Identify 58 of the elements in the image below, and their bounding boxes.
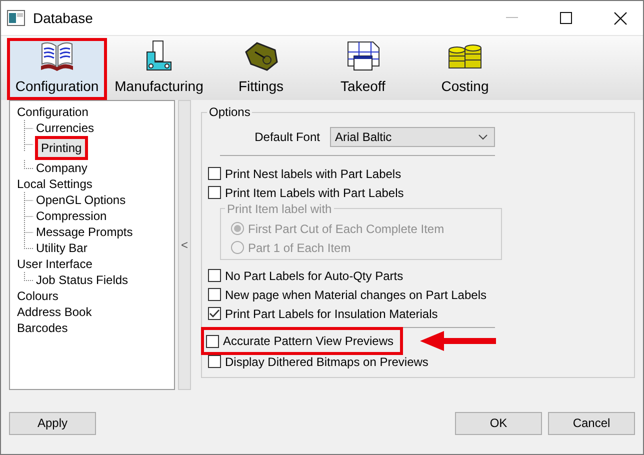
checkbox-label: Print Nest labels with Part Labels [225,166,402,180]
checkbox-label: Accurate Pattern View Previews [223,334,394,348]
tree-item[interactable]: Address Book [16,304,93,320]
checkbox[interactable] [208,288,221,301]
tree-item[interactable]: Compression [35,208,108,224]
tree-item[interactable]: Local Settings [16,176,94,192]
checkbox-label: No Part Labels for Auto-Qty Parts [225,268,404,282]
close-icon[interactable] [614,12,627,24]
tree-item[interactable]: Message Prompts [35,224,134,240]
checkbox-label: Print Item Labels with Part Labels [225,186,404,200]
tree-line [24,272,33,281]
checkbox[interactable] [208,307,221,320]
checkbox[interactable] [208,269,221,282]
arrow-icon [420,331,496,351]
checkbox-label: Print Part Labels for Insulation Materials [225,306,438,320]
cancel-button[interactable]: Cancel [548,412,635,434]
toolbar-tab[interactable]: Takeoff [313,38,413,100]
chevron-icon [478,134,488,140]
app-icon [7,10,25,26]
tree-line [24,160,33,169]
group-title: Options [207,105,252,119]
apply-button[interactable]: Apply [9,412,96,434]
tree-item[interactable]: Colours [16,288,60,304]
tree-line [24,208,33,224]
book-icon [39,40,75,72]
fitting-icon [243,40,279,72]
checkbox[interactable] [208,167,221,180]
tree-item[interactable]: OpenGL Options [35,192,127,208]
checkbox-label: Display Dithered Bitmaps on Previews [225,354,428,368]
tree-item[interactable]: Company [35,160,88,176]
checkbox[interactable] [206,334,219,348]
tree-line [24,192,33,208]
tree-item[interactable]: Barcodes [16,320,69,336]
toolbar-tab[interactable]: Costing [415,38,515,100]
collapse-button[interactable]: < [178,100,191,390]
tree-item[interactable]: User Interface [16,256,94,272]
group-title: Print Item label with [225,202,334,216]
tree-item[interactable]: Currencies [35,120,96,136]
tree-item[interactable]: Utility Bar [35,240,88,256]
radio-label: Part 1 of Each Item [248,240,351,254]
tree-line [24,136,33,152]
toolbar-tab[interactable]: Fittings [211,38,311,100]
checkbox-label: New page when Material changes on Part Labels [225,288,486,302]
maximize-icon[interactable] [560,12,572,24]
tree-item[interactable]: Job Status Fields [35,272,130,288]
radio-label: First Part Cut of Each Complete Item [248,222,444,236]
tree-item[interactable]: Configuration [16,104,90,120]
sheet-icon [345,40,381,72]
tree-line [24,120,33,136]
tree-item[interactable]: Printing [35,136,88,160]
toolbar-tab[interactable]: Manufacturing [109,38,209,100]
checkbox[interactable] [208,355,221,368]
field-label: Default Font [254,130,320,144]
toolbar-tab[interactable]: Configuration [7,38,107,100]
font-dropdown[interactable]: Arial Baltic [330,127,495,147]
checkbox[interactable] [208,186,221,199]
ok-button[interactable]: OK [455,412,542,434]
window-title: Database [33,10,93,26]
